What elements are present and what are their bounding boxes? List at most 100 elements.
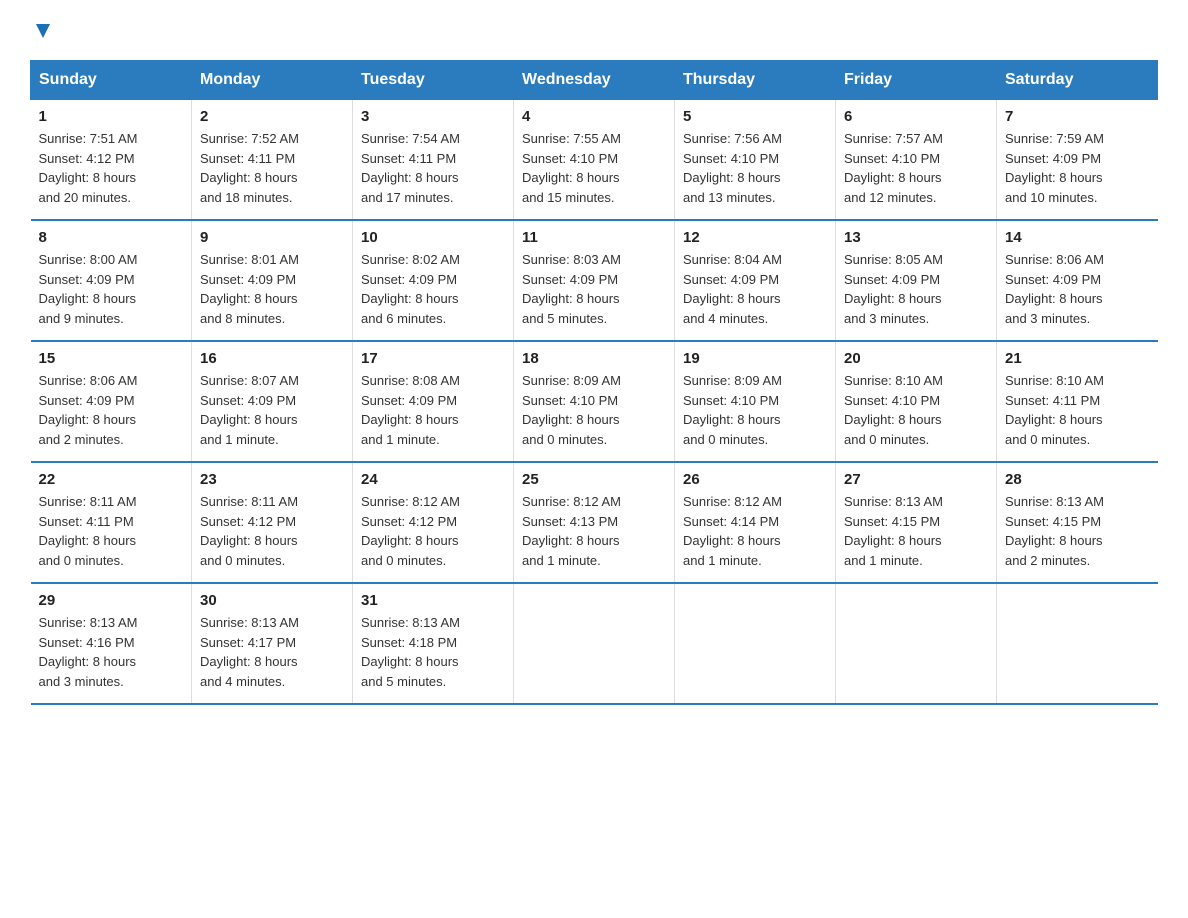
day-cell [997, 583, 1158, 704]
header-row: Sunday Monday Tuesday Wednesday Thursday… [31, 61, 1158, 100]
day-cell: 13 Sunrise: 8:05 AMSunset: 4:09 PMDayligh… [836, 220, 997, 341]
day-cell: 22 Sunrise: 8:11 AMSunset: 4:11 PMDayligh… [31, 462, 192, 583]
day-cell: 17 Sunrise: 8:08 AMSunset: 4:09 PMDayligh… [353, 341, 514, 462]
calendar-header: Sunday Monday Tuesday Wednesday Thursday… [31, 61, 1158, 100]
day-info: Sunrise: 8:12 AMSunset: 4:14 PMDaylight:… [683, 492, 827, 570]
day-info: Sunrise: 8:09 AMSunset: 4:10 PMDaylight:… [522, 371, 666, 449]
week-row-5: 29 Sunrise: 8:13 AMSunset: 4:16 PMDayligh… [31, 583, 1158, 704]
day-info: Sunrise: 8:13 AMSunset: 4:15 PMDaylight:… [1005, 492, 1150, 570]
week-row-2: 8 Sunrise: 8:00 AMSunset: 4:09 PMDaylight… [31, 220, 1158, 341]
day-info: Sunrise: 8:00 AMSunset: 4:09 PMDaylight:… [39, 250, 184, 328]
day-number: 24 [361, 471, 505, 488]
day-number: 3 [361, 108, 505, 125]
day-info: Sunrise: 7:54 AMSunset: 4:11 PMDaylight:… [361, 129, 505, 207]
day-number: 20 [844, 350, 988, 367]
day-cell: 11 Sunrise: 8:03 AMSunset: 4:09 PMDayligh… [514, 220, 675, 341]
day-number: 1 [39, 108, 184, 125]
day-cell: 21 Sunrise: 8:10 AMSunset: 4:11 PMDayligh… [997, 341, 1158, 462]
day-number: 6 [844, 108, 988, 125]
day-info: Sunrise: 8:10 AMSunset: 4:10 PMDaylight:… [844, 371, 988, 449]
day-info: Sunrise: 8:06 AMSunset: 4:09 PMDaylight:… [39, 371, 184, 449]
day-cell: 15 Sunrise: 8:06 AMSunset: 4:09 PMDayligh… [31, 341, 192, 462]
day-number: 2 [200, 108, 344, 125]
day-number: 17 [361, 350, 505, 367]
day-info: Sunrise: 8:05 AMSunset: 4:09 PMDaylight:… [844, 250, 988, 328]
day-number: 16 [200, 350, 344, 367]
day-number: 27 [844, 471, 988, 488]
day-info: Sunrise: 8:13 AMSunset: 4:15 PMDaylight:… [844, 492, 988, 570]
week-row-4: 22 Sunrise: 8:11 AMSunset: 4:11 PMDayligh… [31, 462, 1158, 583]
page-header [30, 20, 1158, 42]
day-cell [675, 583, 836, 704]
day-number: 7 [1005, 108, 1150, 125]
day-info: Sunrise: 8:10 AMSunset: 4:11 PMDaylight:… [1005, 371, 1150, 449]
day-cell: 3 Sunrise: 7:54 AMSunset: 4:11 PMDaylight… [353, 100, 514, 221]
day-cell: 16 Sunrise: 8:07 AMSunset: 4:09 PMDayligh… [192, 341, 353, 462]
day-number: 26 [683, 471, 827, 488]
day-info: Sunrise: 7:52 AMSunset: 4:11 PMDaylight:… [200, 129, 344, 207]
day-info: Sunrise: 8:13 AMSunset: 4:16 PMDaylight:… [39, 613, 184, 691]
day-info: Sunrise: 8:03 AMSunset: 4:09 PMDaylight:… [522, 250, 666, 328]
day-cell: 5Sunrise: 7:56 AMSunset: 4:10 PMDaylight… [675, 100, 836, 221]
day-number: 18 [522, 350, 666, 367]
week-row-1: 1 Sunrise: 7:51 AMSunset: 4:12 PMDaylight… [31, 100, 1158, 221]
day-number: 21 [1005, 350, 1150, 367]
day-number: 22 [39, 471, 184, 488]
day-number: 14 [1005, 229, 1150, 246]
day-info: Sunrise: 8:02 AMSunset: 4:09 PMDaylight:… [361, 250, 505, 328]
day-info: Sunrise: 8:13 AMSunset: 4:17 PMDaylight:… [200, 613, 344, 691]
day-cell: 31Sunrise: 8:13 AMSunset: 4:18 PMDayligh… [353, 583, 514, 704]
day-cell: 27 Sunrise: 8:13 AMSunset: 4:15 PMDayligh… [836, 462, 997, 583]
day-cell: 24 Sunrise: 8:12 AMSunset: 4:12 PMDayligh… [353, 462, 514, 583]
day-number: 29 [39, 592, 184, 609]
day-cell: 10Sunrise: 8:02 AMSunset: 4:09 PMDayligh… [353, 220, 514, 341]
day-number: 8 [39, 229, 184, 246]
day-info: Sunrise: 8:11 AMSunset: 4:11 PMDaylight:… [39, 492, 184, 570]
day-info: Sunrise: 7:51 AMSunset: 4:12 PMDaylight:… [39, 129, 184, 207]
day-number: 9 [200, 229, 344, 246]
day-info: Sunrise: 7:55 AMSunset: 4:10 PMDaylight:… [522, 129, 666, 207]
day-cell: 23Sunrise: 8:11 AMSunset: 4:12 PMDayligh… [192, 462, 353, 583]
day-cell: 9Sunrise: 8:01 AMSunset: 4:09 PMDaylight… [192, 220, 353, 341]
day-info: Sunrise: 8:11 AMSunset: 4:12 PMDaylight:… [200, 492, 344, 570]
day-cell: 19Sunrise: 8:09 AMSunset: 4:10 PMDayligh… [675, 341, 836, 462]
col-monday: Monday [192, 61, 353, 100]
day-cell: 18 Sunrise: 8:09 AMSunset: 4:10 PMDayligh… [514, 341, 675, 462]
day-cell: 14Sunrise: 8:06 AMSunset: 4:09 PMDayligh… [997, 220, 1158, 341]
col-wednesday: Wednesday [514, 61, 675, 100]
day-info: Sunrise: 8:04 AMSunset: 4:09 PMDaylight:… [683, 250, 827, 328]
day-number: 15 [39, 350, 184, 367]
day-cell: 8 Sunrise: 8:00 AMSunset: 4:09 PMDaylight… [31, 220, 192, 341]
day-info: Sunrise: 8:07 AMSunset: 4:09 PMDaylight:… [200, 371, 344, 449]
day-info: Sunrise: 8:13 AMSunset: 4:18 PMDaylight:… [361, 613, 505, 691]
day-info: Sunrise: 8:08 AMSunset: 4:09 PMDaylight:… [361, 371, 505, 449]
day-cell: 28 Sunrise: 8:13 AMSunset: 4:15 PMDayligh… [997, 462, 1158, 583]
day-number: 5 [683, 108, 827, 125]
day-number: 19 [683, 350, 827, 367]
day-info: Sunrise: 8:12 AMSunset: 4:13 PMDaylight:… [522, 492, 666, 570]
col-tuesday: Tuesday [353, 61, 514, 100]
day-number: 13 [844, 229, 988, 246]
day-number: 25 [522, 471, 666, 488]
day-cell [514, 583, 675, 704]
day-number: 11 [522, 229, 666, 246]
logo-arrow-icon [32, 20, 54, 42]
calendar-body: 1 Sunrise: 7:51 AMSunset: 4:12 PMDaylight… [31, 100, 1158, 705]
calendar-table: Sunday Monday Tuesday Wednesday Thursday… [30, 60, 1158, 705]
day-cell: 25 Sunrise: 8:12 AMSunset: 4:13 PMDayligh… [514, 462, 675, 583]
day-number: 30 [200, 592, 344, 609]
day-number: 12 [683, 229, 827, 246]
day-cell: 1 Sunrise: 7:51 AMSunset: 4:12 PMDaylight… [31, 100, 192, 221]
day-info: Sunrise: 7:59 AMSunset: 4:09 PMDaylight:… [1005, 129, 1150, 207]
day-cell: 4 Sunrise: 7:55 AMSunset: 4:10 PMDaylight… [514, 100, 675, 221]
day-number: 4 [522, 108, 666, 125]
day-cell: 26 Sunrise: 8:12 AMSunset: 4:14 PMDayligh… [675, 462, 836, 583]
logo [30, 20, 54, 42]
day-cell: 29 Sunrise: 8:13 AMSunset: 4:16 PMDayligh… [31, 583, 192, 704]
day-number: 28 [1005, 471, 1150, 488]
col-saturday: Saturday [997, 61, 1158, 100]
day-cell: 7 Sunrise: 7:59 AMSunset: 4:09 PMDaylight… [997, 100, 1158, 221]
day-cell: 6 Sunrise: 7:57 AMSunset: 4:10 PMDaylight… [836, 100, 997, 221]
day-info: Sunrise: 7:57 AMSunset: 4:10 PMDaylight:… [844, 129, 988, 207]
day-info: Sunrise: 8:12 AMSunset: 4:12 PMDaylight:… [361, 492, 505, 570]
